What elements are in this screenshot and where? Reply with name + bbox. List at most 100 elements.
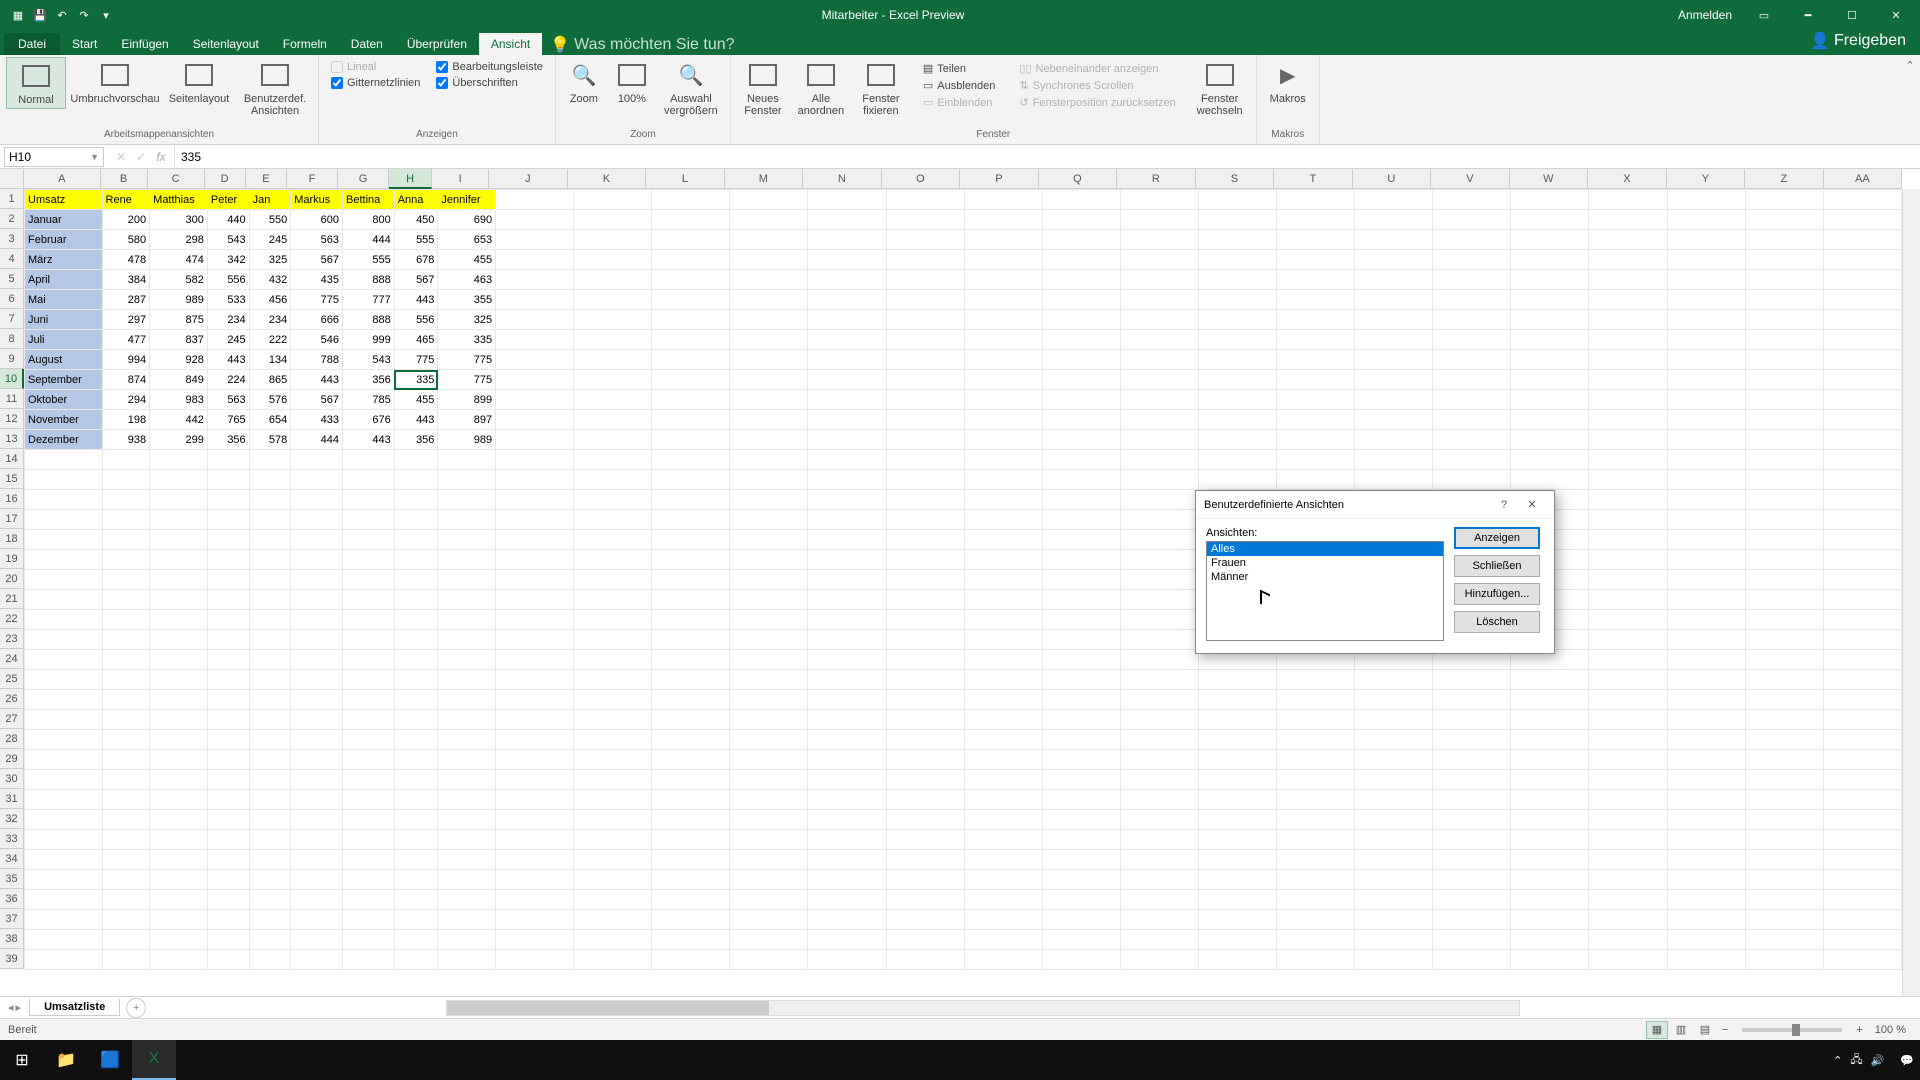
cell[interactable] [1745,950,1823,970]
cell[interactable] [1823,650,1901,670]
cell[interactable] [808,510,886,530]
cell[interactable] [808,470,886,490]
cell[interactable]: 442 [150,410,208,430]
cell[interactable] [394,590,438,610]
dialog-help-icon[interactable]: ? [1490,499,1518,511]
cell[interactable] [1433,950,1511,970]
cell[interactable] [652,430,730,450]
cell[interactable] [808,350,886,370]
cell[interactable] [1511,210,1589,230]
cell[interactable] [496,810,574,830]
cell[interactable] [1589,750,1667,770]
cell[interactable] [25,450,103,470]
cell[interactable] [652,910,730,930]
cell[interactable] [438,750,496,770]
cell[interactable] [808,810,886,830]
cell[interactable]: 600 [291,210,343,230]
cell[interactable] [1120,390,1198,410]
cell[interactable] [343,610,395,630]
cell[interactable] [886,770,964,790]
cell[interactable] [964,330,1042,350]
cell[interactable] [1042,930,1120,950]
cell[interactable] [1511,810,1589,830]
cell[interactable] [150,630,208,650]
cell[interactable] [730,290,808,310]
list-item[interactable]: Frauen [1207,556,1443,570]
cell[interactable] [1198,710,1276,730]
cell[interactable] [394,790,438,810]
cell[interactable]: 455 [394,390,438,410]
cell[interactable] [964,310,1042,330]
cell[interactable] [1667,630,1745,650]
cell[interactable] [1355,250,1433,270]
cell[interactable] [1667,850,1745,870]
cell[interactable] [652,490,730,510]
cell[interactable] [1042,190,1120,210]
cell[interactable] [394,870,438,890]
cell[interactable] [249,530,291,550]
cell[interactable] [394,670,438,690]
cell[interactable] [886,190,964,210]
cell[interactable] [1120,430,1198,450]
cell[interactable]: 435 [291,270,343,290]
cell[interactable] [1589,870,1667,890]
cell[interactable]: 198 [102,410,150,430]
cell[interactable] [1433,310,1511,330]
cell[interactable] [574,510,652,530]
cell[interactable] [730,390,808,410]
cell[interactable] [496,690,574,710]
new-window-button[interactable]: Neues Fenster [737,57,789,119]
cell[interactable] [1433,230,1511,250]
cell[interactable]: April [25,270,103,290]
cell[interactable] [438,550,496,570]
views-listbox[interactable]: AllesFrauenMänner [1206,541,1444,641]
cell[interactable] [249,950,291,970]
row-header[interactable]: 1 [0,189,24,209]
sheet-tab-active[interactable]: Umsatzliste [29,999,120,1016]
cell[interactable] [1042,770,1120,790]
taskbar-explorer-icon[interactable]: 📁 [44,1040,88,1080]
cell[interactable] [964,710,1042,730]
cell[interactable] [394,550,438,570]
cell[interactable] [1745,870,1823,890]
cell[interactable] [1589,650,1667,670]
cell[interactable] [150,830,208,850]
cell[interactable] [730,770,808,790]
row-header[interactable]: 11 [0,389,24,409]
cell[interactable] [496,510,574,530]
cell[interactable] [1823,810,1901,830]
cell[interactable]: 837 [150,330,208,350]
cell[interactable] [1511,770,1589,790]
cell[interactable] [1511,670,1589,690]
cell[interactable] [1511,310,1589,330]
cell[interactable] [1042,670,1120,690]
cell[interactable] [1823,450,1901,470]
cell[interactable] [1745,190,1823,210]
cell[interactable] [249,650,291,670]
macros-button[interactable]: ▶Makros [1263,57,1313,107]
cell[interactable] [1355,410,1433,430]
cell[interactable] [1589,390,1667,410]
cell[interactable] [496,710,574,730]
cell[interactable]: 874 [102,370,150,390]
cell[interactable] [207,650,249,670]
cell[interactable] [25,830,103,850]
cell[interactable]: 384 [102,270,150,290]
cell[interactable] [1120,630,1198,650]
cell[interactable] [808,230,886,250]
cell[interactable] [574,610,652,630]
cell[interactable]: 897 [438,410,496,430]
cell[interactable] [808,630,886,650]
cell[interactable]: Jan [249,190,291,210]
cell[interactable] [964,450,1042,470]
cell[interactable] [574,370,652,390]
cell[interactable] [1277,910,1355,930]
taskbar-app-icon[interactable]: 🟦 [88,1040,132,1080]
cell[interactable] [574,590,652,610]
cell[interactable]: 983 [150,390,208,410]
column-header[interactable]: Q [1039,169,1118,189]
cell[interactable]: 785 [343,390,395,410]
cell[interactable]: 563 [291,230,343,250]
cell[interactable] [1355,770,1433,790]
row-header[interactable]: 39 [0,949,24,969]
